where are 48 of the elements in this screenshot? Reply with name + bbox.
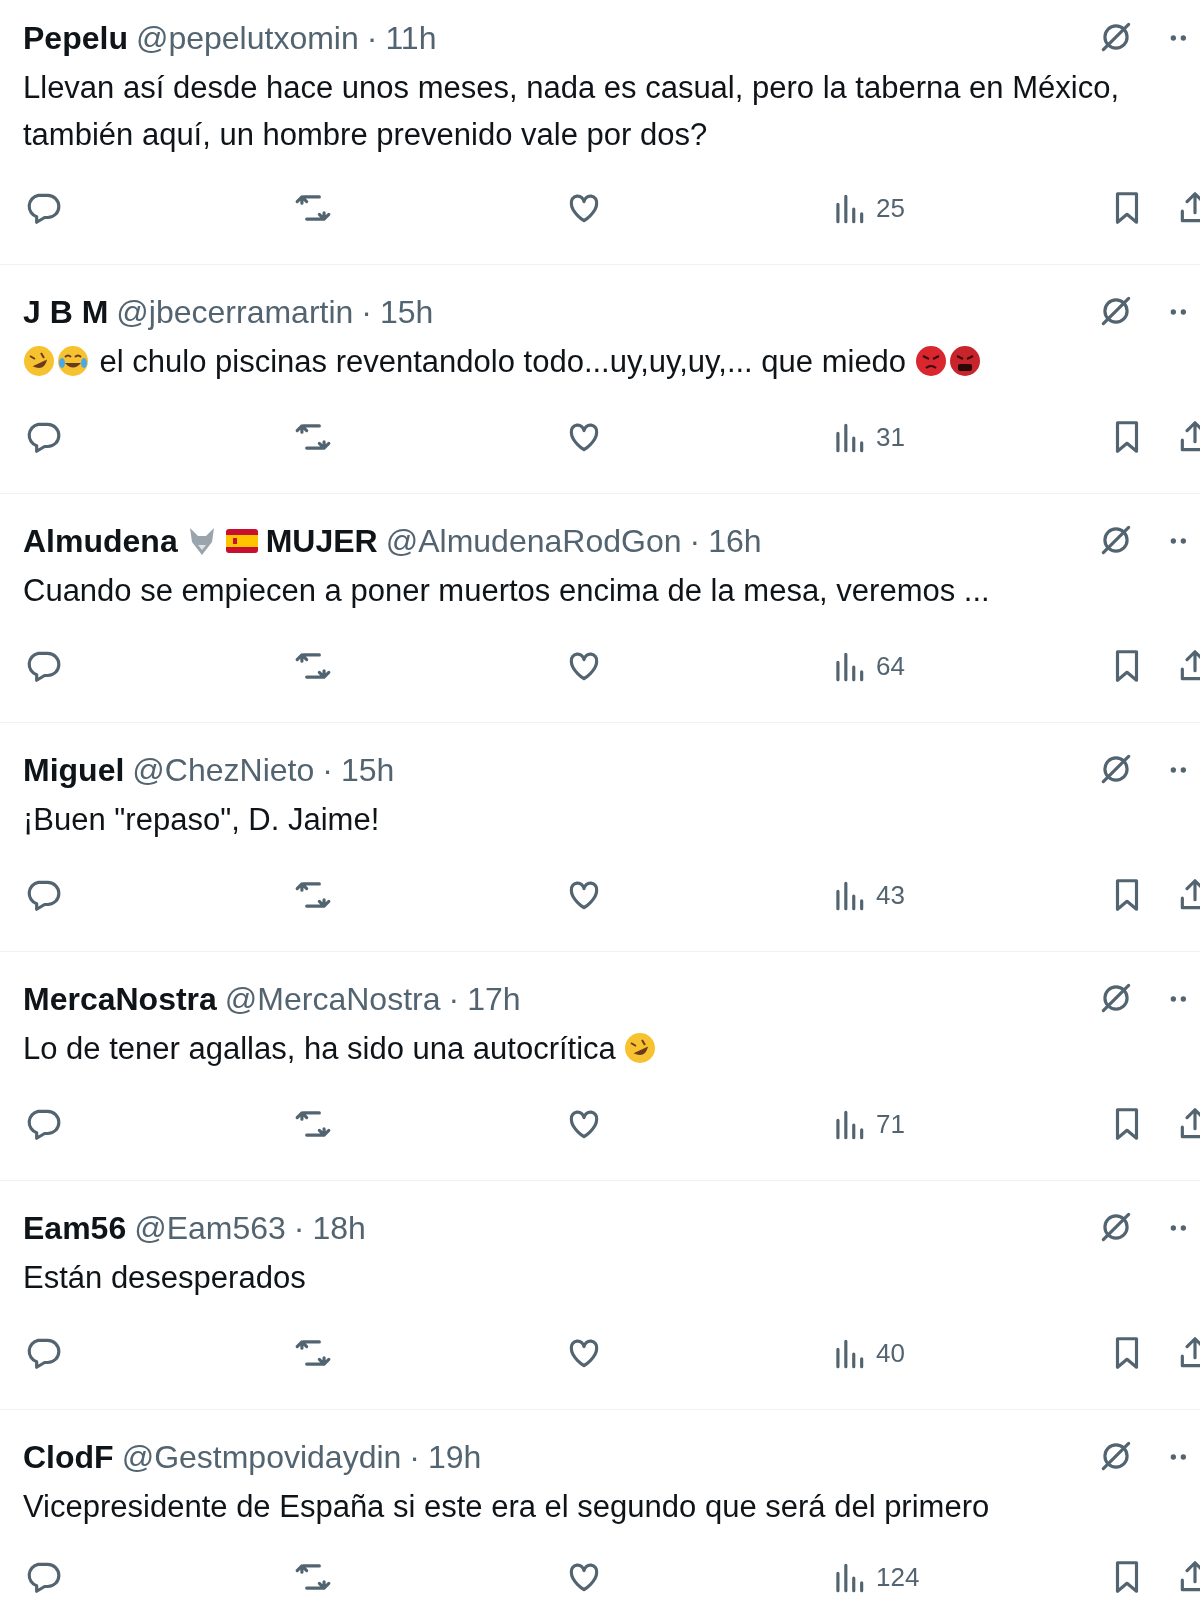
author-name[interactable]: Eam56 (23, 1204, 127, 1252)
reply-text: ¡Buen "repaso", D. Jaime! (23, 801, 381, 839)
views-button[interactable]: 43 (830, 876, 905, 915)
laughing-emoji-icon (57, 345, 89, 377)
user-handle[interactable]: @ChezNieto (132, 746, 315, 794)
author-name[interactable]: MUJER (265, 517, 378, 565)
author-name[interactable]: Almudena (23, 517, 178, 565)
author-name[interactable]: MercaNostra (23, 975, 217, 1023)
separator-dot: · (293, 1209, 305, 1248)
separator-dot: · (361, 293, 372, 332)
views-button[interactable]: 124 (830, 1558, 920, 1597)
reply-text: Vicepresidente de España si este era el segundo que será del primero (23, 1488, 991, 1526)
post-time: 18h (312, 1209, 366, 1248)
separator-dot: · (689, 522, 701, 561)
user-handle[interactable]: @AlmudenaRodGon (385, 517, 682, 565)
separator-dot: · (322, 751, 333, 790)
reply-text: Lo de tener agallas, ha sido una autocrítica (23, 1025, 1133, 1072)
user-handle[interactable]: @MercaNostra (224, 975, 441, 1023)
views-button[interactable]: 40 (830, 1334, 905, 1373)
reply-text: Cuando se empiecen a poner muertos encima de la mesa, veremos ... (23, 572, 991, 610)
post-time: 17h (467, 980, 521, 1019)
post-time: 15h (340, 751, 395, 790)
reply-text: Están desesperados (23, 1259, 307, 1297)
views-button[interactable]: 71 (830, 1105, 905, 1144)
post-time: 15h (380, 293, 434, 332)
post-time: 11h (385, 19, 437, 58)
laughing-emoji-icon (23, 345, 55, 377)
user-handle[interactable]: @jbecerramartin (116, 288, 354, 336)
author-name[interactable]: Pepelu (23, 14, 128, 62)
user-handle[interactable]: @pepelutxomin (135, 14, 359, 62)
views-button[interactable]: 31 (830, 418, 905, 457)
separator-dot: · (366, 19, 378, 58)
reply-text: el chulo piscinas reventandolo todo...uy,uy,uy,... que miedo (23, 338, 1133, 385)
views-button[interactable]: 64 (830, 647, 905, 686)
user-handle[interactable]: @Gestmpovidaydin (121, 1433, 402, 1481)
user-handle[interactable]: @Eam563 (134, 1204, 286, 1252)
post-time: 19h (428, 1438, 482, 1477)
angry-emoji-icon (914, 345, 947, 377)
author-name[interactable]: J B M (23, 288, 109, 336)
separator-dot: · (409, 1438, 420, 1477)
post-time: 16h (708, 522, 762, 561)
laughing-emoji-icon (624, 1032, 657, 1064)
separator-dot: · (448, 980, 460, 1019)
author-name[interactable]: Miguel (23, 746, 125, 794)
author-name[interactable]: ClodF (23, 1433, 114, 1481)
reply-text: Llevan así desde hace unos meses, nada es casual, pero la taberna en México, también aquí, un hombre prevenido vale por dos? (23, 69, 1121, 154)
cursing-emoji-icon (948, 345, 981, 377)
views-button[interactable]: 25 (830, 189, 905, 228)
